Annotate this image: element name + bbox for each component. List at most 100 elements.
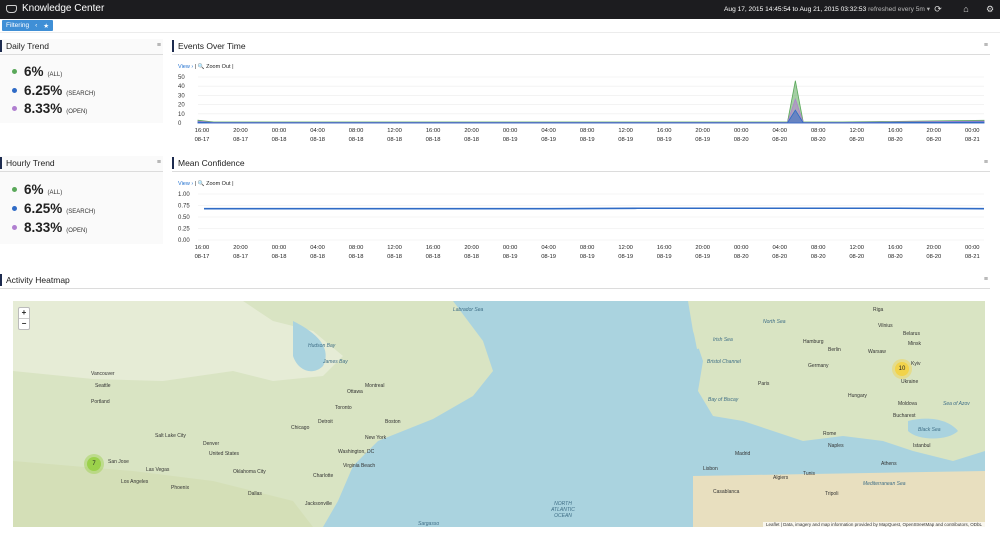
map-label: NORTH ATLANTIC OCEAN [551,501,575,519]
map-label: Phoenix [171,485,190,491]
map-label: North Sea [763,319,786,325]
panel-menu-icon[interactable]: ≡ [157,159,161,166]
events-over-time-panel: Events Over Time ≡ View › | 🔍 Zoom Out |… [172,39,990,149]
panel-menu-icon[interactable]: ≡ [984,159,988,166]
x-tick-time: 16:00 [888,128,903,134]
map-label: Vancouver [91,371,115,377]
map-land [13,301,985,527]
x-tick-date: 08-18 [426,137,441,143]
events-over-time-title: Events Over Time [172,39,246,53]
top-bar: Knowledge Center Aug 17, 2015 14:45:54 t… [0,0,1000,19]
map-label: Lisbon [703,466,718,472]
x-tick-time: 08:00 [580,245,595,251]
map-label: Naples [828,443,844,449]
series-dot-icon [12,106,17,111]
x-tick-date: 08-20 [926,254,941,260]
chevron-left-icon[interactable]: ‹ [35,22,37,29]
trend-row-search: 6.25% (SEARCH) [12,201,95,216]
events-chart: 50 40 30 20 10 0 16:00 08-17 20:00 08-17 00:00 08-1… [178,75,985,143]
x-tick-date: 08-18 [349,137,364,143]
x-tick-date: 08-20 [926,137,941,143]
map-cluster-marker[interactable]: 7 [87,457,101,471]
panel-menu-icon[interactable]: ≡ [157,42,161,49]
view-button[interactable]: View [178,64,190,70]
x-tick-time: 16:00 [426,128,441,134]
brand[interactable]: Knowledge Center [6,3,104,14]
x-tick-date: 08-19 [657,137,672,143]
x-tick-time: 08:00 [811,128,826,134]
settings-icon[interactable]: ⚙ [984,3,996,15]
map-label: Sargasso [418,521,440,527]
map-label: Montreal [365,383,385,389]
map-label: Vilnius [878,323,893,329]
refresh-icon[interactable]: ⟳ [932,3,944,15]
x-tick-time: 12:00 [618,128,633,134]
home-icon[interactable]: ⌂ [960,3,972,15]
x-tick-date: 08-19 [580,254,595,260]
map-label: Denver [203,441,220,447]
x-tick-time: 20:00 [464,128,479,134]
x-tick-date: 08-18 [349,254,364,260]
x-tick-date: 08-20 [811,137,826,143]
separator: | [232,181,234,187]
x-tick-date: 08-18 [464,137,479,143]
zoom-icon[interactable]: 🔍 [198,181,205,187]
view-button[interactable]: View [178,181,190,187]
x-tick-time: 20:00 [233,128,248,134]
x-tick-date: 08-20 [849,137,864,143]
panel-menu-icon[interactable]: ≡ [984,42,988,49]
star-icon[interactable]: ★ [43,22,49,30]
daily-trend-panel: Daily Trend ≡ 6% (ALL) 6.25% (SEARCH) 8.… [0,39,163,123]
map-label: Belarus [903,331,920,337]
map-label: Athens [881,461,897,467]
daily-trend-title: Daily Trend [0,39,49,53]
x-tick-date: 08-18 [464,254,479,260]
time-range[interactable]: Aug 17, 2015 14:45:54 to Aug 21, 2015 03… [724,5,930,13]
trend-label: (OPEN) [66,109,88,115]
zoom-out-button[interactable]: Zoom Out [206,64,230,70]
zoom-out-button[interactable]: Zoom Out [206,181,230,187]
caret-down-icon: ▾ [926,6,931,13]
x-tick-date: 08-20 [772,254,787,260]
chart-toolbar: View › | 🔍 Zoom Out | [178,64,234,70]
map-label: Los Angeles [121,479,149,485]
map-label: Tunis [803,471,816,477]
map-label: Mediterranean Sea [863,481,906,487]
filtering-button[interactable]: Filtering ‹ ★ [2,20,54,31]
map-cluster-marker[interactable]: 10 [895,362,909,376]
x-tick-time: 04:00 [310,245,325,251]
x-tick-time: 08:00 [349,128,364,134]
x-tick-date: 08-20 [888,254,903,260]
map-zoom-in-button[interactable]: + [19,308,29,319]
map-zoom-out-button[interactable]: − [19,319,29,329]
map-label: Washington, DC [338,449,375,455]
trend-value: 8.33% [24,101,63,116]
map-label: United States [209,451,240,457]
chevron-right-icon[interactable]: › [191,64,193,70]
x-tick-time: 00:00 [965,128,980,134]
mean-confidence-title: Mean Confidence [172,156,245,170]
x-tick-time: 08:00 [349,245,364,251]
trend-label: (ALL) [47,72,63,78]
x-tick-date: 08-18 [272,137,287,143]
x-tick-date: 08-19 [695,254,710,260]
panel-menu-icon[interactable]: ≡ [984,276,988,283]
trend-row-open: 8.33% (OPEN) [12,101,87,116]
chevron-right-icon[interactable]: › [191,181,193,187]
y-tick-label: 1.00 [178,192,190,198]
activity-heatmap-title: Activity Heatmap [0,273,70,287]
x-tick-time: 08:00 [811,245,826,251]
world-map[interactable]: + − Labrador Sea Hudson Bay James Bay Va… [13,301,985,527]
trend-label: (OPEN) [66,228,88,234]
map-label: Casablanca [713,489,740,495]
map-label: Charlotte [313,473,334,479]
zoom-control: + − [18,307,30,330]
trend-value: 6% [24,182,44,197]
trend-label: (ALL) [47,190,63,196]
map-label: Hamburg [803,339,824,345]
map-label: Jacksonville [305,501,332,507]
zoom-icon[interactable]: 🔍 [198,64,205,70]
x-tick-time: 04:00 [541,128,556,134]
x-tick-date: 08-19 [618,254,633,260]
map-label: Germany [808,363,829,369]
